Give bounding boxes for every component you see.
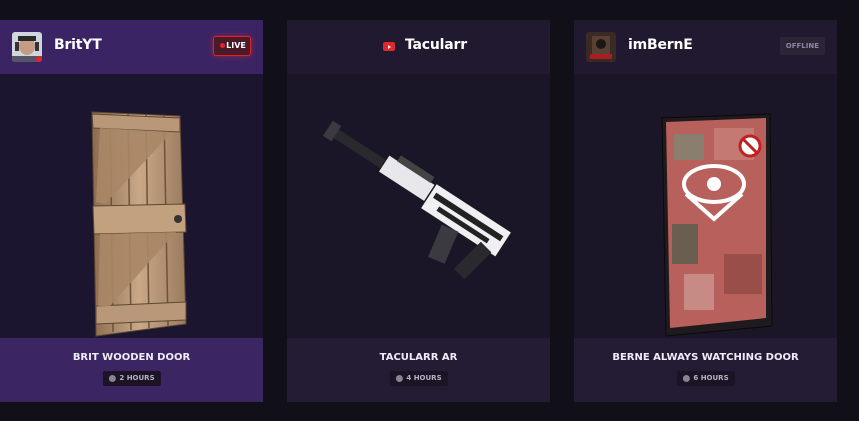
clock-icon xyxy=(395,375,403,382)
streamer-name[interactable]: BritYT xyxy=(54,37,102,53)
item-image-watching-door xyxy=(574,74,837,338)
streamer-name[interactable]: Tacularr xyxy=(405,37,467,53)
time-badge: 4 HOURS xyxy=(389,371,448,386)
drop-card-tacularr[interactable]: Tacularr TACULARR AR 4 HOURS xyxy=(287,20,550,402)
live-badge: LIVE xyxy=(213,36,251,56)
item-title: BERNE ALWAYS WATCHING DOOR xyxy=(612,352,799,363)
time-badge: 6 HOURS xyxy=(676,371,735,386)
item-title: BRIT WOODEN DOOR xyxy=(72,352,191,363)
time-label: 2 HOURS xyxy=(119,374,155,382)
card-header: imBernE OFFLINE xyxy=(574,20,837,74)
item-title: TACULARR AR xyxy=(379,352,458,363)
drop-card-imberne[interactable]: imBernE OFFLINE BERNE ALWAYS WATCHING DO… xyxy=(574,20,837,402)
clock-icon xyxy=(682,375,690,382)
streamer-avatar[interactable] xyxy=(12,32,42,62)
streamer-name[interactable]: imBernE xyxy=(628,37,693,53)
item-image-rifle xyxy=(287,74,550,338)
time-badge: 2 HOURS xyxy=(102,371,161,386)
time-label: 6 HOURS xyxy=(693,374,729,382)
drop-card-brityt[interactable]: BritYT LIVE BRIT WOODEN DOOR 2 HOURS xyxy=(0,20,263,402)
offline-badge: OFFLINE xyxy=(779,37,825,55)
card-footer: TACULARR AR 4 HOURS xyxy=(287,338,550,402)
streamer-avatar[interactable] xyxy=(586,32,616,62)
time-label: 4 HOURS xyxy=(406,374,442,382)
youtube-icon xyxy=(383,42,395,51)
card-header: BritYT LIVE xyxy=(0,20,263,74)
item-image-wooden-door xyxy=(0,74,263,338)
card-footer: BERNE ALWAYS WATCHING DOOR 6 HOURS xyxy=(574,338,837,402)
card-header: Tacularr xyxy=(287,20,550,74)
clock-icon xyxy=(108,375,116,382)
card-footer: BRIT WOODEN DOOR 2 HOURS xyxy=(0,338,263,402)
